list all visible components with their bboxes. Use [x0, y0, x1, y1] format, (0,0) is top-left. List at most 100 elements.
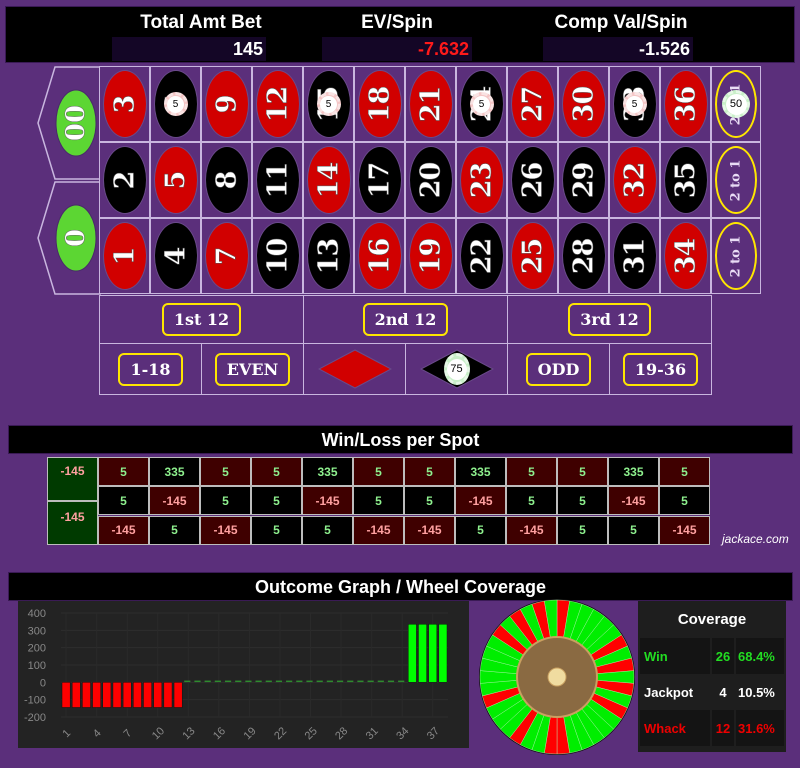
low-label: 1-18: [118, 352, 183, 386]
red-diamond-icon: [317, 349, 392, 389]
x-tick-label: 34: [394, 725, 411, 742]
chip[interactable]: 5: [622, 92, 647, 116]
low-bet[interactable]: 1-18: [99, 343, 202, 395]
high-bet[interactable]: 19-36: [609, 343, 712, 395]
number-spot-13[interactable]: 13: [303, 218, 354, 294]
coverage-label: Whack: [640, 710, 710, 746]
y-tick-label: 100: [28, 660, 46, 672]
number-spot-8[interactable]: 8: [201, 142, 252, 218]
number-oval: 20: [408, 146, 453, 214]
column-bet-2[interactable]: 2 to 1: [711, 142, 761, 218]
number-spot-18[interactable]: 18: [354, 66, 405, 142]
number-spot-33[interactable]: 335: [609, 66, 660, 142]
x-tick-label: 22: [272, 725, 289, 742]
winloss-cell-8: 5: [200, 486, 251, 516]
number-spot-25[interactable]: 25: [507, 218, 558, 294]
number-spot-36[interactable]: 36: [660, 66, 711, 142]
black-bet[interactable]: 75: [405, 343, 508, 395]
dozen-label: 2nd 12: [362, 303, 449, 336]
number-spot-10[interactable]: 10: [252, 218, 303, 294]
column-bet-1[interactable]: 2 to 150: [711, 66, 761, 142]
even-bet[interactable]: EVEN: [201, 343, 304, 395]
number-label: 23: [465, 162, 498, 198]
number-spot-29[interactable]: 29: [558, 142, 609, 218]
coverage-pct: 68.4%: [736, 638, 784, 674]
chip[interactable]: 5: [163, 92, 188, 116]
number-spot-12[interactable]: 12: [252, 66, 303, 142]
number-spot-19[interactable]: 19: [405, 218, 456, 294]
dozen-bet-2[interactable]: 2nd 12: [303, 295, 508, 344]
odd-bet[interactable]: ODD: [507, 343, 610, 395]
chip[interactable]: 5: [469, 92, 494, 116]
y-tick-label: -100: [24, 695, 46, 707]
roulette-board: 00 0 36591215518212452730335362581114172…: [35, 66, 765, 400]
number-spot-16[interactable]: 16: [354, 218, 405, 294]
red-bet[interactable]: [303, 343, 406, 395]
number-spot-2[interactable]: 2: [99, 142, 150, 218]
chip-value: 75: [446, 358, 467, 380]
number-spot-3[interactable]: 3: [99, 66, 150, 142]
x-tick-label: 1: [60, 727, 73, 740]
number-spot-23[interactable]: 23: [456, 142, 507, 218]
high-label: 19-36: [622, 352, 699, 386]
chip[interactable]: 50: [722, 90, 750, 118]
outcome-graph: 400 300 200 100 0 -100 -200 1 4 7 10 13 16 19 22 25 28 31…: [18, 601, 469, 748]
number-spot-21[interactable]: 21: [405, 66, 456, 142]
number-spot-35[interactable]: 35: [660, 142, 711, 218]
number-oval: 17: [357, 146, 402, 214]
dozen-bet-3[interactable]: 3rd 12: [507, 295, 712, 344]
number-spot-32[interactable]: 32: [609, 142, 660, 218]
number-label: 4: [159, 247, 192, 265]
number-spot-27[interactable]: 27: [507, 66, 558, 142]
total-bet-label: Total Amt Bet: [140, 12, 262, 33]
x-tick-label: 4: [91, 727, 104, 740]
number-spot-5[interactable]: 5: [150, 142, 201, 218]
number-spot-24[interactable]: 245: [456, 66, 507, 142]
number-spot-6[interactable]: 65: [150, 66, 201, 142]
winloss-cell-14: -145: [302, 486, 353, 516]
number-spot-15[interactable]: 155: [303, 66, 354, 142]
number-spot-34[interactable]: 34: [660, 218, 711, 294]
number-label: 1: [108, 247, 141, 265]
number-spot-9[interactable]: 9: [201, 66, 252, 142]
double-zero-label: 00: [61, 105, 91, 141]
bar-6: [112, 682, 122, 708]
number-spot-1[interactable]: 1: [99, 218, 150, 294]
number-spot-26[interactable]: 26: [507, 142, 558, 218]
stats-header: Total Amt Bet 145 EV/Spin -7.632 Comp Va…: [5, 6, 795, 63]
column-bet-3[interactable]: 2 to 1: [711, 218, 761, 294]
number-spot-22[interactable]: 22: [456, 218, 507, 294]
number-oval: 26: [510, 146, 555, 214]
number-oval: 9: [204, 70, 249, 138]
number-spot-14[interactable]: 14: [303, 142, 354, 218]
coverage-row-whack: Whack 12 31.6%: [638, 710, 786, 746]
dozen-bet-1[interactable]: 1st 12: [99, 295, 304, 344]
number-label: 3: [108, 95, 141, 113]
number-spot-28[interactable]: 28: [558, 218, 609, 294]
number-spot-31[interactable]: 31: [609, 218, 660, 294]
bar-5: [102, 682, 112, 708]
chip[interactable]: 5: [316, 92, 341, 116]
number-spot-7[interactable]: 7: [201, 218, 252, 294]
x-tick-label: 37: [425, 725, 442, 742]
number-spot-17[interactable]: 17: [354, 142, 405, 218]
bar-4: [92, 682, 101, 708]
dozen-label: 1st 12: [161, 303, 242, 336]
number-oval: 21: [408, 70, 453, 138]
credit-link[interactable]: jackace.com: [722, 532, 789, 546]
winloss-cell-10: 5: [251, 515, 302, 545]
number-oval: 2: [102, 146, 147, 214]
number-label: 26: [516, 162, 549, 198]
total-bet-value: 145: [112, 37, 266, 61]
number-spot-11[interactable]: 11: [252, 142, 303, 218]
y-tick-label: 400: [28, 608, 46, 620]
chip[interactable]: 75: [443, 353, 470, 385]
number-spot-20[interactable]: 20: [405, 142, 456, 218]
number-label: 14: [312, 162, 345, 198]
number-spot-4[interactable]: 4: [150, 218, 201, 294]
y-tick-label: -200: [24, 712, 46, 724]
bar-3: [82, 682, 91, 708]
number-spot-30[interactable]: 30: [558, 66, 609, 142]
number-oval: 25: [510, 222, 555, 290]
winloss-cell-9: 5: [200, 457, 251, 486]
